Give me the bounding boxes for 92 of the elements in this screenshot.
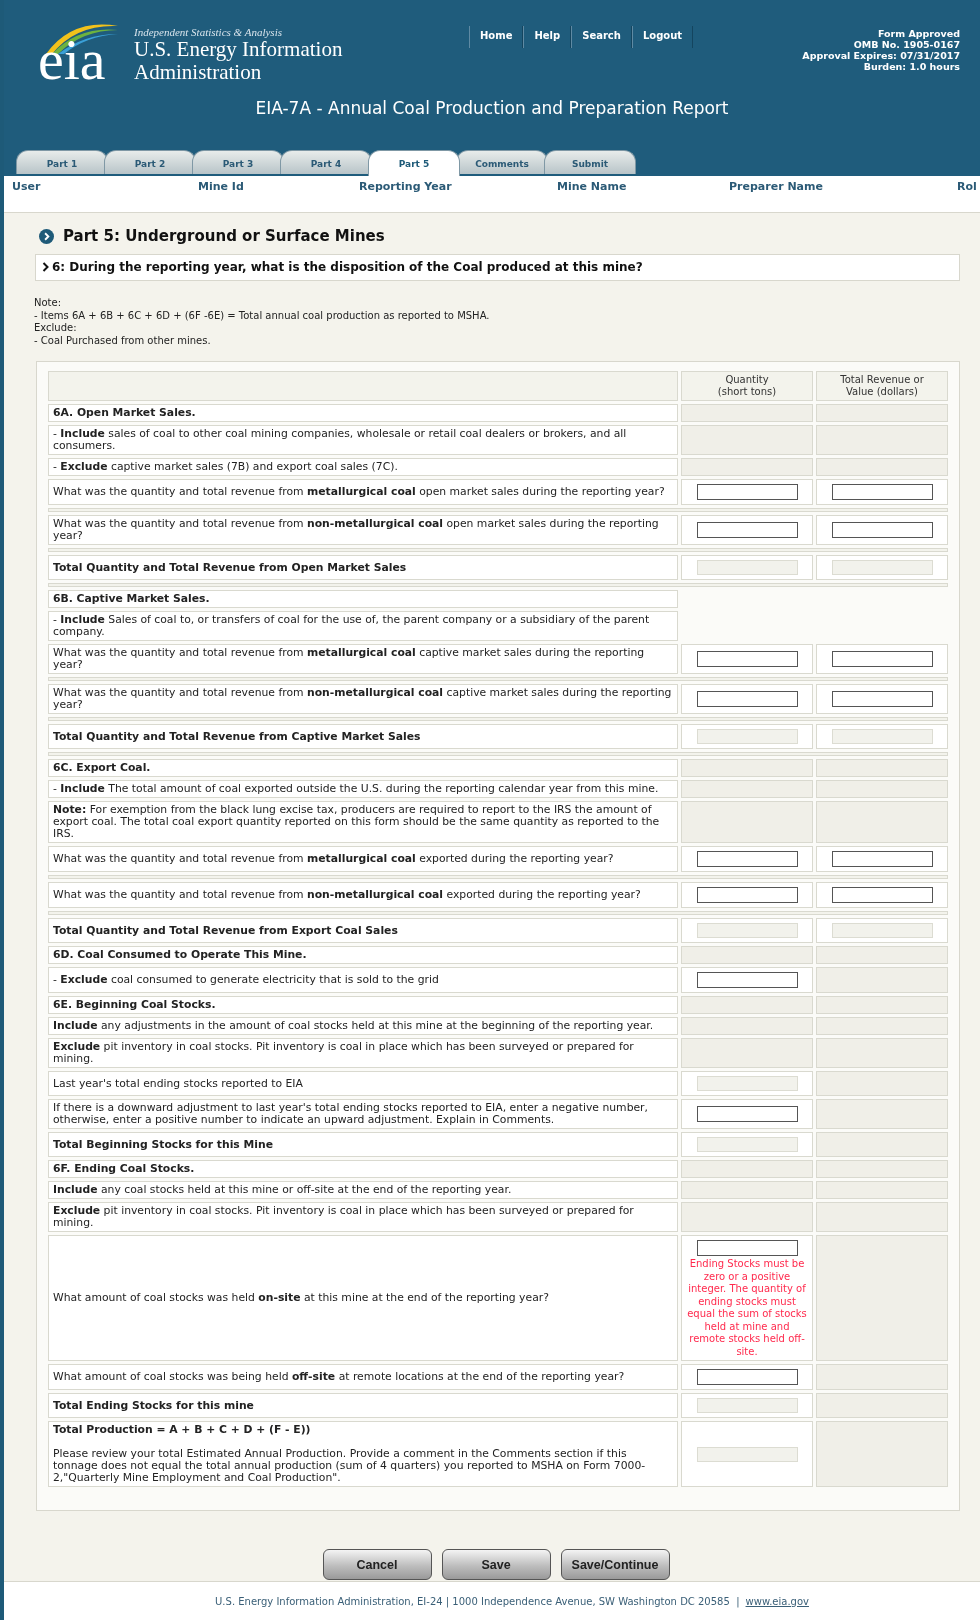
approval-text: Form Approved xyxy=(877,28,960,39)
field-label: Reporting Year xyxy=(359,180,453,195)
chevron-icon xyxy=(42,262,49,272)
row-note: Please review your total Estimated Annual Production. Provide a comment in the Comments section if this tonnage does not equal the total annual production (sum of 4 quarters) you reported to MSHA on Form 7000-2,"Quarterly Mine Employment and Coal Production". xyxy=(53,1448,647,1484)
form-button[interactable]: Cancel xyxy=(322,1549,432,1580)
error-message: Ending Stocks must be zero or a positive integer. The quantity of ending stocks must equal the sum of stocks held at mine and remote stocks held off-site. xyxy=(686,1258,808,1358)
row-label: What was the quantity and total revenue from metallurgical coal captive market sales during the reporting year? xyxy=(53,647,646,671)
input-field[interactable] xyxy=(831,522,933,538)
form-button[interactable]: Save xyxy=(441,1549,551,1580)
input-field[interactable] xyxy=(831,691,933,707)
input-field[interactable] xyxy=(696,1369,798,1385)
tab[interactable]: Part 4 xyxy=(280,150,372,174)
row-label: - Include sales of coal to other coal mining companies, wholesale or retail coal dealers or brokers, and all consumers. xyxy=(53,428,628,452)
input-field[interactable] xyxy=(696,1106,798,1122)
row-label: What was the quantity and total revenue from metallurgical coal open market sales during the reporting year? xyxy=(53,486,666,498)
logo[interactable]: eia xyxy=(38,30,106,90)
column-header: Total Revenue or Value (dollars) xyxy=(816,371,948,401)
input-field[interactable] xyxy=(696,887,798,903)
field-label: User xyxy=(12,180,42,195)
row-label: Total Ending Stocks for this mine xyxy=(53,1399,255,1412)
input-field[interactable] xyxy=(696,522,798,538)
note-text: - Coal Purchased from other mines. xyxy=(34,334,212,347)
tab[interactable]: Part 5 xyxy=(368,150,460,176)
section-heading: Part 5: Underground or Surface Mines xyxy=(63,227,385,245)
input-field[interactable] xyxy=(696,972,798,988)
input-field[interactable] xyxy=(831,651,933,667)
row-label: Include any adjustments in the amount of coal stocks held at this mine at the beginning of the reporting year. xyxy=(53,1020,655,1032)
field-label: Mine Name xyxy=(557,180,628,195)
input-field[interactable] xyxy=(696,484,798,500)
row-label: Exclude pit inventory in coal stocks. Pit inventory is coal in place which has been surveyed or prepared for mining. xyxy=(53,1205,635,1229)
input-field[interactable] xyxy=(696,1240,798,1256)
row-label: What was the quantity and total revenue from non-metallurgical coal open market sales during the reporting year? xyxy=(53,518,660,542)
question-text: 6: During the reporting year, what is the disposition of the Coal produced at this mine? xyxy=(52,260,643,274)
field-label: Mine Id xyxy=(198,180,245,195)
row-label: Last year's total ending stocks reported to EIA xyxy=(53,1077,304,1090)
row-label: What was the quantity and total revenue from metallurgical coal exported during the reporting year? xyxy=(53,853,615,865)
row-label: 6B. Captive Market Sales. xyxy=(53,593,211,605)
website-link[interactable]: www.eia.gov xyxy=(745,1595,809,1607)
report-title: EIA-7A - Annual Coal Production and Preparation Report xyxy=(254,97,730,120)
row-label: What was the quantity and total revenue from non-metallurgical coal captive market sales during the reporting year? xyxy=(53,687,673,711)
row-label: What amount of coal stocks was being held off-site at remote locations at the end of the reporting year? xyxy=(53,1371,626,1383)
row-label: Include any coal stocks held at this mine or off-site at the end of the reporting year. xyxy=(53,1184,513,1196)
row-label: 6C. Export Coal. xyxy=(53,762,152,774)
row-label: 6D. Coal Consumed to Operate This Mine. xyxy=(53,949,308,961)
tagline: Independent Statistics & Analysis xyxy=(134,26,283,38)
field-label: Rol xyxy=(957,180,978,195)
input-field[interactable] xyxy=(831,851,933,867)
nav-link[interactable]: Search xyxy=(571,26,632,48)
row-label: 6F. Ending Coal Stocks. xyxy=(53,1163,196,1175)
input-field[interactable] xyxy=(831,887,933,903)
tab[interactable]: Comments xyxy=(456,150,548,174)
approval-text: Approval Expires: 07/31/2017 xyxy=(802,50,960,61)
nav-link[interactable]: Logout xyxy=(631,26,694,48)
form-button[interactable]: Save/Continue xyxy=(560,1549,670,1580)
row-label: What amount of coal stocks was held on-site at this mine at the end of the reporting year? xyxy=(53,1292,550,1304)
note-text: Exclude: xyxy=(34,322,78,335)
row-label: - Include The total amount of coal exported outside the U.S. during the reporting calendar year from this mine. xyxy=(53,783,660,795)
approval-text: Burden: 1.0 hours xyxy=(863,61,960,72)
question-panel[interactable]: 6: During the reporting year, what is the disposition of the Coal produced at this mine? xyxy=(35,254,960,281)
nav-link[interactable]: Help xyxy=(523,26,572,48)
row-label: Total Production = A + B + C + D + (F - E)) xyxy=(53,1424,312,1436)
footer-text: U.S. Energy Information Administration, EI-24 | 1000 Independence Avenue, SW Washington DC 20585 | xyxy=(215,1595,740,1607)
row-label: Note: For exemption from the black lung excise tax, producers are required to report to the IRS the amount of export coal. The total coal export quantity reported on this form should be the same quantity as reported to the IRS. xyxy=(53,804,661,840)
row-label: - Exclude coal consumed to generate electricity that is sold to the grid xyxy=(53,974,440,986)
row-label: Total Quantity and Total Revenue from Open Market Sales xyxy=(53,561,408,574)
nav-link[interactable]: Home xyxy=(469,26,524,48)
note-text: Note: xyxy=(34,297,63,310)
chevron-circle-icon xyxy=(39,228,54,244)
note-text: - Items 6A + 6B + 6C + 6D + (6F -6E) = Total annual coal production as reported to MSHA. xyxy=(34,309,491,322)
tab[interactable]: Part 3 xyxy=(192,150,284,174)
field-label: Preparer Name xyxy=(729,180,824,195)
row-label: 6E. Beginning Coal Stocks. xyxy=(53,999,217,1011)
agency-name: U.S. Energy Information xyxy=(134,38,343,61)
row-label: 6A. Open Market Sales. xyxy=(53,407,197,419)
row-label: If there is a downward adjustment to last year's total ending stocks reported to EIA, enter a negative number, otherwise, enter a positive number to indicate an upward adjustment. Explain in Comments. xyxy=(53,1102,649,1126)
tab[interactable]: Part 1 xyxy=(16,150,108,174)
row-label: Exclude pit inventory in coal stocks. Pit inventory is coal in place which has been surveyed or prepared for mining. xyxy=(53,1041,635,1065)
input-field[interactable] xyxy=(696,851,798,867)
row-label: Total Quantity and Total Revenue from Export Coal Sales xyxy=(53,924,399,937)
row-label: - Exclude captive market sales (7B) and export coal sales (7C). xyxy=(53,461,399,473)
agency-name: Administration xyxy=(134,61,263,84)
tab[interactable]: Part 2 xyxy=(104,150,196,174)
tab[interactable]: Submit xyxy=(544,150,636,174)
input-field[interactable] xyxy=(696,651,798,667)
row-label: What was the quantity and total revenue from non-metallurgical coal exported during the reporting year? xyxy=(53,889,642,901)
column-header: Quantity (short tons) xyxy=(681,371,813,401)
input-field[interactable] xyxy=(696,691,798,707)
row-label: Total Beginning Stocks for this Mine xyxy=(53,1138,274,1151)
row-label: - Include Sales of coal to, or transfers of coal for the use of, the parent company or a subsidiary of the parent company. xyxy=(53,614,651,638)
input-field[interactable] xyxy=(831,484,933,500)
approval-text: OMB No. 1905-0167 xyxy=(853,39,960,50)
row-label: Total Quantity and Total Revenue from Captive Market Sales xyxy=(53,730,422,743)
